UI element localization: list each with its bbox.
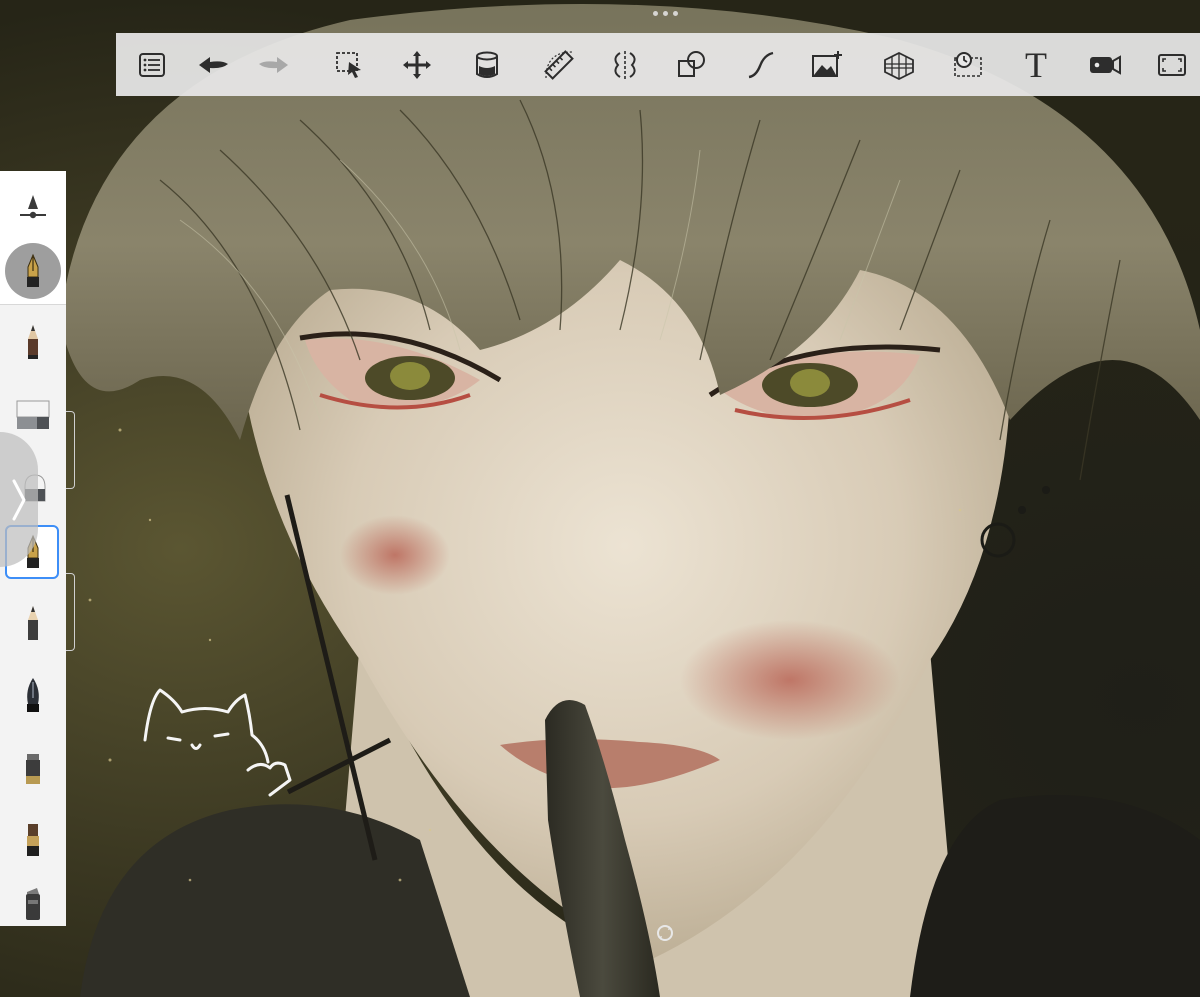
pencil-icon — [28, 325, 38, 359]
transform-button[interactable] — [398, 46, 436, 84]
fullscreen-icon — [1158, 54, 1186, 76]
dot — [662, 10, 668, 16]
fill-button[interactable] — [468, 46, 506, 84]
eraser-button[interactable] — [8, 390, 58, 440]
timelapse-icon — [954, 52, 982, 77]
layers-list-button[interactable] — [133, 46, 171, 84]
chisel-marker-button[interactable] — [8, 879, 58, 929]
perspective-grid-icon — [884, 51, 914, 81]
hard-pencil-button[interactable] — [8, 599, 58, 649]
ruler-icon — [544, 50, 574, 80]
ruler-button[interactable] — [540, 46, 578, 84]
marker-button[interactable] — [8, 743, 58, 793]
record-button[interactable] — [1086, 46, 1124, 84]
list-icon — [139, 53, 165, 77]
pencil-button[interactable] — [8, 318, 58, 368]
perspective-button[interactable] — [880, 46, 918, 84]
curve-button[interactable] — [742, 46, 780, 84]
eraser-icon — [16, 400, 50, 429]
fountain-pen-button[interactable] — [8, 671, 58, 721]
shapes-icon — [678, 51, 705, 77]
curve-icon — [748, 51, 774, 79]
brush-size-opacity-button[interactable] — [8, 182, 58, 232]
paint-brush-button[interactable] — [8, 815, 58, 865]
cone-slider-icon — [20, 195, 46, 219]
rotate-icon[interactable] — [654, 922, 676, 944]
chisel-marker-icon — [26, 888, 40, 920]
ink-pen-nib-icon — [27, 253, 39, 287]
paint-brush-icon — [27, 824, 39, 856]
dot — [672, 10, 678, 16]
slot-group-bracket — [66, 573, 75, 651]
top-toolbar: T — [116, 33, 1200, 96]
selection-button[interactable] — [331, 46, 369, 84]
slot-group-bracket — [66, 411, 75, 489]
undo-arrow-icon — [199, 57, 228, 73]
symmetry-icon — [614, 51, 636, 79]
shapes-button[interactable] — [673, 46, 711, 84]
chevron-right-icon — [12, 479, 26, 520]
fill-bucket-icon — [476, 51, 498, 78]
text-T-icon: T — [1025, 45, 1047, 85]
fullscreen-button[interactable] — [1153, 46, 1191, 84]
add-image-icon — [812, 51, 842, 77]
move-arrows-icon — [403, 51, 431, 79]
drawing-canvas[interactable] — [0, 0, 1200, 997]
time-lapse-button[interactable] — [949, 46, 987, 84]
pencil-icon — [28, 606, 38, 640]
dot — [652, 10, 658, 16]
app-window: T — [0, 0, 1200, 997]
redo-arrow-icon — [259, 57, 288, 73]
text-tool-button[interactable]: T — [1017, 46, 1055, 84]
toolbar-handle-dots[interactable] — [648, 8, 682, 18]
symmetry-button[interactable] — [606, 46, 644, 84]
video-camera-icon — [1090, 55, 1121, 75]
import-image-button[interactable] — [808, 46, 846, 84]
redo-button[interactable] — [255, 46, 293, 84]
marker-icon — [26, 754, 40, 784]
selection-arrow-icon — [336, 52, 361, 78]
undo-button[interactable] — [194, 46, 232, 84]
active-brush-button[interactable] — [8, 246, 58, 296]
fountain-nib-icon — [27, 678, 39, 712]
panel-collapse-tab[interactable] — [0, 432, 38, 567]
